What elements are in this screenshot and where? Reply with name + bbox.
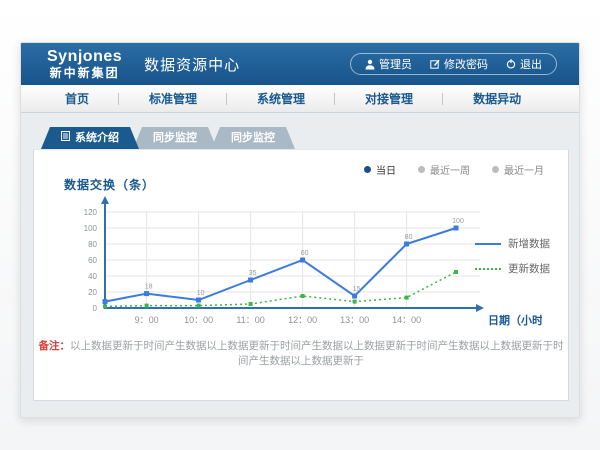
company-logo: Synjones 新中新集团	[47, 49, 122, 79]
radio-today[interactable]: 当日	[364, 162, 396, 177]
logout-button[interactable]: 退出	[506, 56, 542, 72]
y-tick-label: 20	[88, 288, 97, 297]
data-point	[197, 304, 201, 308]
chart-legend: 新增数据 更新数据	[475, 236, 550, 286]
x-tick-label: 11：00	[236, 315, 264, 325]
radio-last-week-label: 最近一周	[430, 162, 470, 177]
power-icon	[506, 59, 516, 69]
x-tick-label: 9：00	[135, 315, 159, 325]
data-point-label: 15	[353, 286, 361, 293]
data-point-label: 35	[249, 270, 257, 277]
x-axis-title: 日期（小时）	[488, 313, 542, 327]
footnote-prefix: 备注：	[39, 340, 71, 352]
data-point-label: 80	[405, 234, 413, 241]
nav-item-system-mgmt[interactable]: 系统管理	[227, 85, 335, 113]
footnote-text: 以上数据更新于时间产生数据以上数据更新于时间产生数据以上数据更新于时间产生数据以…	[70, 340, 564, 367]
x-tick-label: 13：00	[340, 315, 369, 325]
tab-sync-monitor-1-label: 同步监控	[153, 127, 197, 149]
change-password-label: 修改密码	[444, 56, 488, 72]
data-point	[300, 258, 305, 263]
x-tick-label: 14：00	[392, 315, 421, 325]
dotted-line-swatch-icon	[475, 268, 501, 270]
user-toolbar: 管理员 修改密码 退出	[350, 53, 557, 75]
x-axis-arrow-icon	[476, 304, 484, 312]
legend-item-new-data: 新增数据	[475, 236, 550, 251]
page-title: 数据资源中心	[144, 54, 240, 75]
y-tick-label: 80	[88, 240, 97, 249]
nav-item-interface-mgmt[interactable]: 对接管理	[335, 85, 443, 113]
radio-last-month[interactable]: 最近一月	[492, 162, 544, 177]
header: Synjones 新中新集团 数据资源中心 管理员 修改密码 退出	[21, 43, 579, 85]
solid-line-swatch-icon	[475, 243, 501, 245]
data-point	[352, 294, 357, 299]
edit-icon	[430, 59, 440, 69]
y-axis-arrow-icon	[101, 196, 109, 204]
legend-item-update-data: 更新数据	[475, 261, 550, 276]
data-point	[144, 291, 149, 296]
chart-svg: 0 20 40 60 80 100 120 9：00 10：00 11：00 12：00 13：00 1…	[50, 190, 542, 342]
y-tick-label: 40	[88, 272, 97, 281]
data-point	[248, 278, 253, 283]
user-icon	[365, 59, 375, 70]
main-nav: 首页 标准管理 系统管理 对接管理 数据异动	[21, 85, 579, 113]
data-point	[405, 296, 409, 300]
data-point-label: 18	[145, 284, 153, 291]
x-tick-label: 12：00	[288, 315, 317, 325]
content-area: 系统介绍 同步监控 同步监控 当日 最近一周	[21, 113, 579, 418]
legend-new-data-label: 新增数据	[508, 236, 550, 251]
radio-dot-icon	[418, 166, 425, 173]
tab-system-intro[interactable]: 系统介绍	[41, 127, 139, 149]
radio-today-label: 当日	[376, 162, 396, 177]
data-point	[103, 304, 107, 308]
y-tick-label: 120	[84, 208, 98, 217]
tab-bar: 系统介绍 同步监控 同步监控	[41, 127, 567, 149]
nav-item-data-change[interactable]: 数据异动	[443, 85, 551, 113]
logo-subtext: 新中新集团	[47, 67, 122, 79]
series-line-0	[105, 228, 456, 302]
data-point	[301, 294, 305, 298]
tab-system-intro-label: 系统介绍	[75, 127, 119, 149]
data-point-label: 60	[301, 250, 309, 257]
y-tick-label: 60	[88, 256, 97, 265]
legend-update-data-label: 更新数据	[508, 261, 550, 276]
user-menu-admin[interactable]: 管理员	[365, 56, 412, 72]
logo-text: Synjones	[47, 49, 122, 65]
data-point	[353, 300, 357, 304]
change-password-button[interactable]: 修改密码	[430, 56, 488, 72]
line-chart: 0 20 40 60 80 100 120 9：00 10：00 11：00 12：00 13：00 1…	[50, 190, 542, 347]
data-point	[103, 299, 108, 304]
app-window: Synjones 新中新集团 数据资源中心 管理员 修改密码 退出	[20, 42, 580, 418]
data-point	[454, 270, 458, 274]
footnote: 备注：以上数据更新于时间产生数据以上数据更新于时间产生数据以上数据更新于时间产生…	[34, 338, 568, 368]
time-range-filter: 当日 最近一周 最近一月	[364, 162, 544, 177]
logout-label: 退出	[520, 56, 542, 72]
tab-sync-monitor-2-label: 同步监控	[231, 127, 275, 149]
data-point-label: 10	[197, 290, 205, 297]
tab-sync-monitor-1[interactable]: 同步监控	[133, 127, 217, 149]
data-point	[249, 302, 253, 306]
tab-sync-monitor-2[interactable]: 同步监控	[211, 127, 295, 149]
data-point-label: 100	[452, 218, 464, 225]
radio-last-week[interactable]: 最近一周	[418, 162, 470, 177]
document-icon	[61, 127, 70, 149]
radio-last-month-label: 最近一月	[504, 162, 544, 177]
data-point	[404, 242, 409, 247]
nav-item-home[interactable]: 首页	[35, 85, 119, 113]
data-point	[454, 226, 459, 231]
x-tick-label: 10：00	[184, 315, 213, 325]
radio-dot-selected-icon	[364, 166, 371, 173]
series-line-1	[105, 272, 456, 306]
y-tick-label: 100	[84, 224, 98, 233]
user-menu-admin-label: 管理员	[379, 56, 412, 72]
radio-dot-icon	[492, 166, 499, 173]
nav-item-standard-mgmt[interactable]: 标准管理	[119, 85, 227, 113]
data-point	[145, 304, 149, 308]
y-tick-label: 0	[93, 304, 98, 313]
data-point	[196, 298, 201, 303]
chart-panel: 当日 最近一周 最近一月 数据交换（条） 0204060801001209：00…	[33, 149, 569, 401]
